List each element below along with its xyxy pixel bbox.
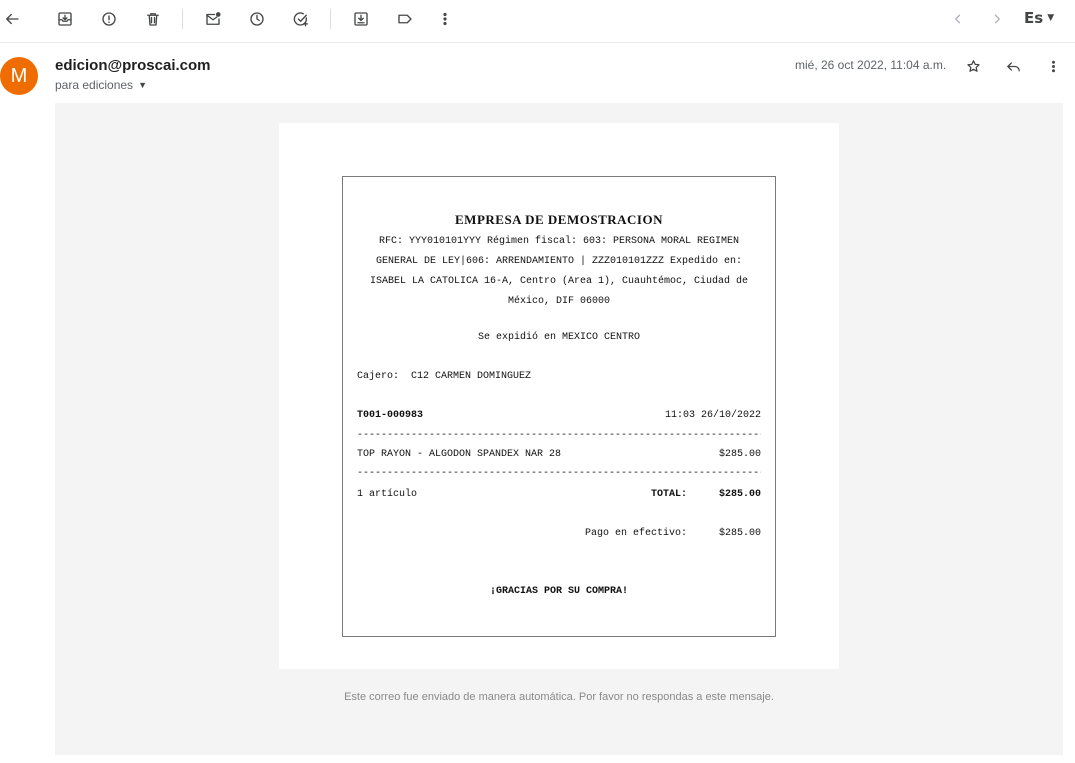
delete-icon[interactable] <box>141 7 165 31</box>
cashier-label: Cajero: <box>357 371 400 382</box>
issued-location: Se expidió en MEXICO CENTRO <box>477 332 641 343</box>
reply-icon[interactable] <box>1002 55 1024 77</box>
separator: ----------------------------------------… <box>357 468 761 479</box>
sender-email[interactable]: edicion@proscai.com <box>55 57 211 74</box>
toolbar: Es ▼ <box>0 0 1075 40</box>
item-name: TOP RAYON - ALGODON SPANDEX NAR 28 <box>357 449 562 460</box>
language-label: Es <box>1024 9 1044 27</box>
add-task-icon[interactable] <box>289 7 313 31</box>
chevron-down-icon: ▼ <box>1047 13 1055 23</box>
item-row: TOP RAYON - ALGODON SPANDEX NAR 28 $285.… <box>357 449 761 460</box>
older-icon[interactable] <box>985 7 1009 31</box>
total-row: TOTAL: $285.00 <box>651 489 761 500</box>
total-value: $285.00 <box>718 489 761 500</box>
ticket-line: T001-000983 11:03 26/10/2022 <box>357 410 761 421</box>
company-name: EMPRESA DE DEMOSTRACION <box>455 212 663 227</box>
receipt: EMPRESA DE DEMOSTRACION RFC: YYY010101YY… <box>342 176 776 637</box>
item-price: $285.00 <box>718 449 761 460</box>
archive-icon[interactable] <box>53 7 77 31</box>
star-icon[interactable] <box>962 55 984 77</box>
payment-value: $285.00 <box>718 528 761 539</box>
company-info: RFC: YYY010101YYY Régimen fiscal: 603: P… <box>369 236 749 307</box>
total-label: TOTAL: <box>650 489 687 500</box>
footer-note: Este correo fue enviado de manera automá… <box>344 691 774 703</box>
payment-label: Pago en efectivo: <box>584 528 687 539</box>
label-icon[interactable] <box>393 7 417 31</box>
message-date: mié, 26 oct 2022, 11:04 a.m. <box>795 58 947 72</box>
cashier-line: Cajero: C12 CARMEN DOMINGUEZ <box>357 371 761 382</box>
separator: ----------------------------------------… <box>357 430 761 441</box>
snooze-icon[interactable] <box>245 7 269 31</box>
more-vert-icon[interactable] <box>1042 55 1064 77</box>
chevron-down-icon: ▼ <box>138 80 147 90</box>
thanks-message: ¡GRACIAS POR SU COMPRA! <box>489 586 629 597</box>
recipient-details[interactable]: para ediciones ▼ <box>55 78 147 92</box>
move-to-icon[interactable] <box>349 7 373 31</box>
cashier-name: C12 CARMEN DOMINGUEZ <box>411 371 532 382</box>
receipt-card: EMPRESA DE DEMOSTRACION RFC: YYY010101YY… <box>279 123 839 669</box>
mark-unread-icon[interactable] <box>201 7 225 31</box>
message-body: EMPRESA DE DEMOSTRACION RFC: YYY010101YY… <box>55 103 1063 755</box>
payment-row: Pago en efectivo: $285.00 <box>585 528 761 539</box>
ticket-datetime: 11:03 26/10/2022 <box>664 410 761 421</box>
back-arrow-icon[interactable] <box>0 7 24 31</box>
avatar[interactable]: M <box>0 57 38 95</box>
recipient-label: para ediciones <box>55 78 134 92</box>
divider <box>0 42 1075 43</box>
more-vert-icon[interactable] <box>433 7 457 31</box>
language-selector[interactable]: Es ▼ <box>1024 9 1054 27</box>
avatar-letter: M <box>10 64 28 87</box>
report-spam-icon[interactable] <box>97 7 121 31</box>
ticket-number: T001-000983 <box>357 410 424 421</box>
newer-icon[interactable] <box>946 7 970 31</box>
